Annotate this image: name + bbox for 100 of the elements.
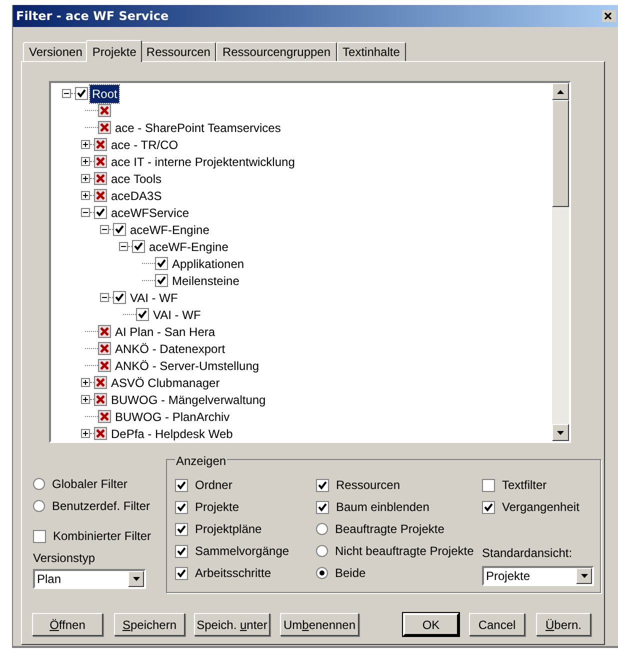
collapse-icon[interactable] (100, 293, 109, 302)
checkbox-label[interactable]: Baum einblenden (336, 498, 430, 516)
excluded-checkbox[interactable] (98, 342, 111, 355)
scroll-down-button[interactable] (552, 424, 569, 441)
radio-label[interactable]: Beauftragte Projekte (335, 520, 444, 538)
tree-item[interactable]: Root (90, 84, 120, 102)
collapse-icon[interactable] (62, 89, 71, 98)
radio-button[interactable] (33, 500, 45, 512)
tree-item[interactable]: ace IT - interne Projektentwicklung (109, 152, 297, 170)
checkbox-label[interactable]: Arbeitsschritte (195, 564, 272, 582)
tree-item[interactable]: BUWOG - PlanArchiv (113, 408, 232, 426)
expand-icon[interactable] (81, 157, 90, 166)
excluded-checkbox[interactable] (98, 121, 111, 134)
checkbox[interactable] (33, 530, 46, 542)
dialog-button[interactable]: Speich. unter (194, 613, 270, 636)
radio-button[interactable] (316, 545, 328, 557)
checkbox[interactable] (175, 544, 188, 558)
tree-item[interactable]: ace - TR/CO (109, 136, 180, 154)
excluded-checkbox[interactable] (94, 376, 107, 389)
dropdown-field[interactable]: Plan (33, 569, 146, 589)
radio-label[interactable]: Benutzerdef. Filter (52, 497, 150, 515)
checkbox-label[interactable]: Ordner (195, 476, 232, 494)
checkbox-label[interactable]: Sammelvorgänge (195, 542, 290, 560)
tree-item[interactable]: ace Tools (109, 170, 164, 188)
tree-item[interactable]: AI Plan - San Hera (113, 322, 218, 340)
radio-button[interactable] (33, 478, 45, 490)
scroll-up-button[interactable] (552, 83, 569, 100)
checkbox[interactable] (175, 566, 188, 580)
excluded-checkbox[interactable] (98, 104, 111, 117)
checkbox-label[interactable]: Ressourcen (336, 476, 400, 494)
excluded-checkbox[interactable] (94, 189, 107, 202)
checkbox[interactable] (132, 240, 145, 253)
checkbox-label[interactable]: Projekte (195, 498, 240, 516)
tab[interactable]: Ressourcengruppen (216, 42, 337, 61)
collapse-icon[interactable] (100, 225, 109, 234)
radio-button[interactable] (316, 567, 328, 579)
checkbox[interactable] (316, 478, 329, 492)
tab[interactable]: Textinhalte (336, 42, 406, 61)
collapse-icon[interactable] (81, 208, 90, 217)
expand-icon[interactable] (81, 174, 90, 183)
excluded-checkbox[interactable] (98, 359, 111, 372)
dialog-button[interactable]: OK (403, 613, 459, 636)
dropdown-field[interactable]: Projekte (482, 566, 594, 586)
checkbox-label[interactable]: Textfilter (502, 476, 547, 494)
excluded-checkbox[interactable] (98, 410, 111, 423)
expand-icon[interactable] (81, 191, 90, 200)
dialog-button[interactable]: Umbenennen (280, 613, 359, 636)
checkbox[interactable] (316, 500, 329, 514)
radio-button[interactable] (316, 523, 328, 535)
dialog-button[interactable]: Speichern (114, 613, 185, 636)
checkbox[interactable] (482, 478, 495, 492)
checkbox-label[interactable]: Vergangenheit (502, 498, 580, 516)
expand-icon[interactable] (81, 429, 90, 438)
checkbox[interactable] (75, 87, 88, 100)
excluded-checkbox[interactable] (98, 325, 111, 338)
tree-item[interactable]: VAI - WF (151, 306, 203, 324)
collapse-icon[interactable] (119, 242, 128, 251)
tab[interactable]: Versionen (23, 42, 88, 61)
excluded-checkbox[interactable] (94, 155, 107, 168)
checkbox[interactable] (175, 500, 188, 514)
tree-item[interactable]: Applikationen (170, 254, 246, 272)
expand-icon[interactable] (81, 395, 90, 404)
tree-item[interactable]: ASVÖ Clubmanager (109, 374, 222, 392)
excluded-checkbox[interactable] (94, 138, 107, 151)
radio-label[interactable]: Beide (335, 564, 366, 582)
radio-label[interactable]: Nicht beauftragte Projekte (335, 542, 474, 560)
expand-icon[interactable] (81, 140, 90, 149)
checkbox[interactable] (482, 500, 495, 514)
checkbox[interactable] (155, 257, 168, 270)
tree-item[interactable]: ANKÖ - Datenexport (113, 340, 228, 358)
dialog-button[interactable]: Cancel (469, 613, 525, 636)
tree-item[interactable]: ace - SharePoint Teamservices (113, 118, 283, 136)
tree-item[interactable]: ANKÖ - Server-Umstellung (113, 356, 262, 374)
tree-item[interactable]: VAI - WF (128, 288, 180, 306)
checkbox[interactable] (136, 308, 149, 321)
checkbox[interactable] (175, 478, 188, 492)
tree-item[interactable]: aceDA3S (109, 186, 164, 204)
checkbox[interactable] (155, 274, 168, 287)
close-icon[interactable] (602, 10, 616, 22)
checkbox-label[interactable]: Kombinierter Filter (53, 527, 152, 545)
radio-label[interactable]: Globaler Filter (52, 475, 128, 493)
checkbox[interactable] (175, 522, 188, 536)
expand-icon[interactable] (81, 378, 90, 387)
scroll-thumb[interactable] (552, 100, 569, 207)
dialog-button[interactable]: Übern. (536, 613, 591, 636)
excluded-checkbox[interactable] (94, 427, 107, 440)
tab[interactable]: Ressourcen (140, 42, 216, 61)
tree-item[interactable]: aceWFService (109, 204, 192, 222)
excluded-checkbox[interactable] (94, 393, 107, 406)
checkbox[interactable] (113, 223, 126, 236)
checkbox-label[interactable]: Projektpläne (195, 520, 262, 538)
tree-item[interactable]: Meilensteine (170, 272, 242, 290)
tree-item[interactable]: BUWOG - Mängelverwaltung (109, 390, 268, 408)
tree-item[interactable]: aceWF-Engine (128, 220, 212, 238)
tree-item[interactable]: aceWF-Engine (147, 238, 230, 256)
dialog-button[interactable]: Öffnen (32, 613, 103, 636)
tab[interactable]: Projekte (86, 40, 142, 62)
checkbox[interactable] (113, 291, 126, 304)
tree-item[interactable]: DePfa - Helpdesk Web (109, 424, 235, 441)
checkbox[interactable] (94, 206, 107, 219)
